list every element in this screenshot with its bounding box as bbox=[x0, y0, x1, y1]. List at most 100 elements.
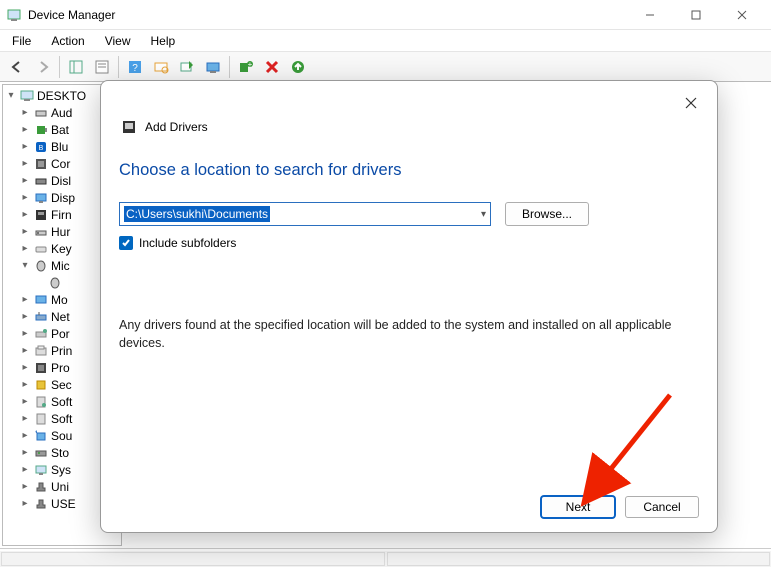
update-driver-icon[interactable] bbox=[175, 55, 199, 79]
tree-item-label: USE bbox=[51, 497, 76, 511]
cancel-button[interactable]: Cancel bbox=[625, 496, 699, 518]
tree-item-label: Blu bbox=[51, 140, 68, 154]
browse-button[interactable]: Browse... bbox=[505, 202, 589, 226]
expand-icon[interactable]: ▸ bbox=[19, 362, 31, 373]
expand-icon[interactable]: ▸ bbox=[19, 226, 31, 237]
tree-item-label: Sys bbox=[51, 463, 71, 477]
collapse-icon[interactable]: ▾ bbox=[5, 90, 17, 101]
tree-item-label: Bat bbox=[51, 123, 69, 137]
expand-icon[interactable]: ▸ bbox=[19, 158, 31, 169]
expand-icon[interactable]: ▸ bbox=[19, 175, 31, 186]
app-icon bbox=[6, 7, 22, 23]
device-category-icon bbox=[33, 411, 49, 427]
tree-item-label: Disl bbox=[51, 174, 71, 188]
enable-device-icon[interactable] bbox=[286, 55, 310, 79]
device-category-icon bbox=[33, 445, 49, 461]
expand-icon[interactable]: ▸ bbox=[19, 498, 31, 509]
menubar: File Action View Help bbox=[0, 30, 771, 52]
device-category-icon bbox=[33, 479, 49, 495]
uninstall-device-icon[interactable] bbox=[201, 55, 225, 79]
driver-disk-icon bbox=[121, 119, 137, 135]
device-category-icon bbox=[33, 360, 49, 376]
tree-item-label: Soft bbox=[51, 395, 72, 409]
device-category-icon bbox=[33, 326, 49, 342]
menu-file[interactable]: File bbox=[4, 32, 39, 50]
tree-item-label: Net bbox=[51, 310, 70, 324]
menu-action[interactable]: Action bbox=[43, 32, 92, 50]
expand-icon[interactable]: ▸ bbox=[19, 413, 31, 424]
scan-hardware-icon[interactable] bbox=[149, 55, 173, 79]
device-category-icon: B bbox=[33, 139, 49, 155]
computer-icon bbox=[19, 88, 35, 104]
dialog-info-text: Any drivers found at the specified locat… bbox=[119, 316, 679, 352]
device-category-icon bbox=[33, 496, 49, 512]
statusbar bbox=[0, 549, 771, 567]
expand-icon[interactable]: ▸ bbox=[19, 481, 31, 492]
expand-icon[interactable]: ▾ bbox=[19, 260, 31, 271]
device-category-icon bbox=[33, 428, 49, 444]
tree-item-label: Sec bbox=[51, 378, 72, 392]
menu-view[interactable]: View bbox=[97, 32, 139, 50]
svg-text:?: ? bbox=[132, 63, 138, 74]
tree-item-label: Key bbox=[51, 242, 72, 256]
show-hide-tree-icon[interactable] bbox=[64, 55, 88, 79]
device-category-icon bbox=[47, 275, 63, 291]
expand-icon[interactable]: ▸ bbox=[19, 379, 31, 390]
chevron-down-icon[interactable]: ▾ bbox=[481, 209, 486, 220]
expand-icon[interactable]: ▸ bbox=[19, 107, 31, 118]
minimize-button[interactable] bbox=[627, 0, 673, 30]
add-drivers-dialog: Add Drivers Choose a location to search … bbox=[100, 80, 718, 533]
expand-icon[interactable]: ▸ bbox=[19, 396, 31, 407]
expand-icon[interactable]: ▸ bbox=[19, 243, 31, 254]
expand-icon[interactable]: ▸ bbox=[19, 141, 31, 152]
dialog-close-button[interactable] bbox=[677, 89, 705, 117]
tree-item-label: Pro bbox=[51, 361, 70, 375]
device-category-icon bbox=[33, 292, 49, 308]
device-category-icon bbox=[33, 241, 49, 257]
include-subfolders-label: Include subfolders bbox=[139, 236, 236, 250]
back-icon[interactable] bbox=[5, 55, 29, 79]
driver-path-value: C:\Users\sukhi\Documents bbox=[124, 206, 270, 222]
maximize-button[interactable] bbox=[673, 0, 719, 30]
tree-item-label: Firn bbox=[51, 208, 72, 222]
driver-path-combobox[interactable]: C:\Users\sukhi\Documents ▾ bbox=[119, 202, 491, 226]
next-button[interactable]: Next bbox=[541, 496, 615, 518]
expand-icon[interactable]: ▸ bbox=[19, 311, 31, 322]
properties-icon[interactable] bbox=[90, 55, 114, 79]
expand-icon[interactable]: ▸ bbox=[19, 294, 31, 305]
expand-icon[interactable]: ▸ bbox=[19, 192, 31, 203]
tree-item-label: Mic bbox=[51, 259, 70, 273]
tree-item-label: Mo bbox=[51, 293, 68, 307]
tree-item-label: Sto bbox=[51, 446, 69, 460]
expand-icon[interactable]: ▸ bbox=[19, 209, 31, 220]
tree-item-label: Uni bbox=[51, 480, 69, 494]
include-subfolders-checkbox[interactable] bbox=[119, 236, 133, 250]
dialog-title: Add Drivers bbox=[145, 120, 208, 134]
device-category-icon bbox=[33, 207, 49, 223]
tree-root-label: DESKTO bbox=[37, 89, 86, 103]
expand-icon[interactable]: ▸ bbox=[19, 430, 31, 441]
tree-item-label: Sou bbox=[51, 429, 72, 443]
expand-icon[interactable]: ▸ bbox=[19, 464, 31, 475]
expand-icon[interactable]: ▸ bbox=[19, 345, 31, 356]
add-driver-icon[interactable]: + bbox=[234, 55, 258, 79]
device-category-icon bbox=[33, 105, 49, 121]
close-button[interactable] bbox=[719, 0, 765, 30]
device-category-icon bbox=[33, 343, 49, 359]
svg-text:B: B bbox=[39, 145, 44, 152]
help-icon[interactable]: ? bbox=[123, 55, 147, 79]
window-title: Device Manager bbox=[28, 8, 115, 22]
tree-item-label: Soft bbox=[51, 412, 72, 426]
forward-icon[interactable] bbox=[31, 55, 55, 79]
menu-help[interactable]: Help bbox=[143, 32, 184, 50]
tree-item-label: Disp bbox=[51, 191, 75, 205]
disable-device-icon[interactable] bbox=[260, 55, 284, 79]
expand-icon[interactable]: ▸ bbox=[19, 447, 31, 458]
device-category-icon bbox=[33, 377, 49, 393]
device-category-icon bbox=[33, 258, 49, 274]
tree-item-label: Hur bbox=[51, 225, 70, 239]
device-category-icon bbox=[33, 309, 49, 325]
expand-icon[interactable]: ▸ bbox=[19, 124, 31, 135]
expand-icon[interactable]: ▸ bbox=[19, 328, 31, 339]
tree-item-label: Cor bbox=[51, 157, 70, 171]
